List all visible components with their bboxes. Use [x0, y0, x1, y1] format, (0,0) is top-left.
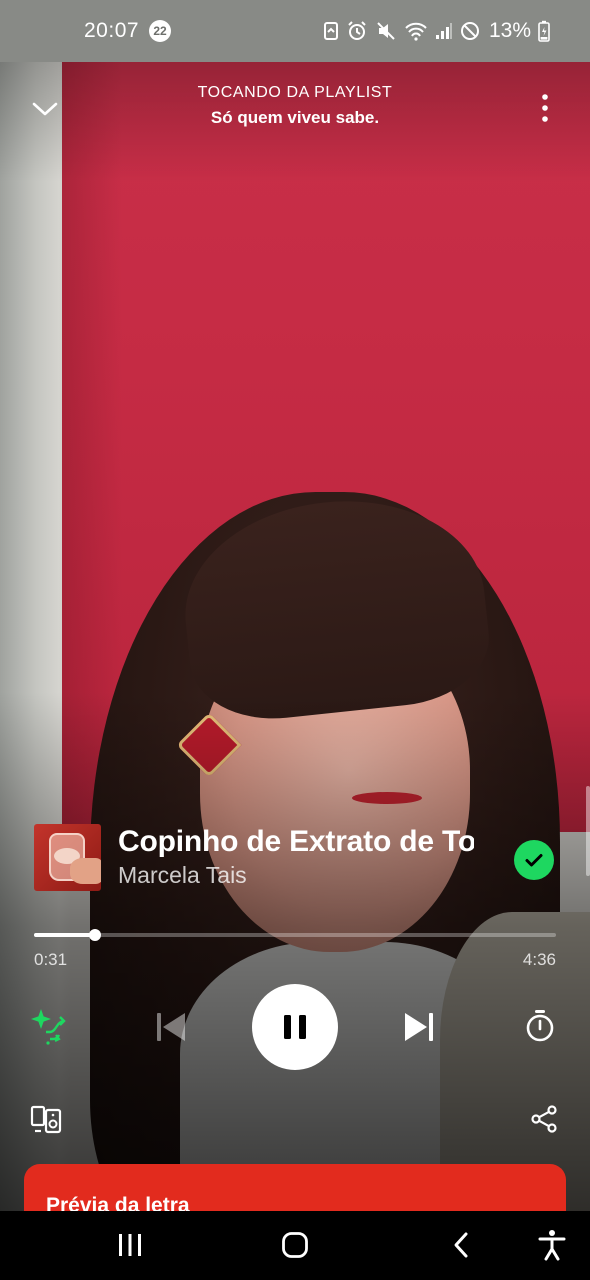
- do-not-disturb-icon: [460, 21, 480, 41]
- share-icon[interactable]: [530, 1104, 558, 1134]
- connect-devices-icon[interactable]: [30, 1102, 64, 1136]
- alarm-icon: [346, 20, 368, 42]
- scroll-indicator: [586, 786, 590, 876]
- status-bar: 20:07 22 13%: [0, 0, 590, 62]
- playback-progress[interactable]: 0:31 4:36: [34, 926, 556, 969]
- footer-actions: [0, 1098, 590, 1142]
- more-vertical-icon[interactable]: [530, 92, 560, 126]
- progress-fill: [34, 933, 96, 937]
- status-time: 20:07: [84, 19, 140, 42]
- elapsed-time: 0:31: [34, 950, 68, 969]
- artist-name[interactable]: Marcela Tais: [118, 862, 474, 889]
- battery-icon: [538, 20, 550, 42]
- track-meta[interactable]: Copinho de Extrato de Tomate Marcela Tai…: [118, 824, 474, 889]
- now-playing-screen: 20:07 22 13% TOCANDO DA PLAYLIST Só quem…: [0, 0, 590, 1280]
- progress-track[interactable]: [34, 933, 556, 937]
- check-circle-icon[interactable]: [514, 840, 554, 880]
- skip-next-icon[interactable]: [398, 1006, 440, 1048]
- track-duration: 4:36: [522, 950, 556, 969]
- back-icon[interactable]: [444, 1225, 478, 1265]
- track-info: Copinho de Extrato de Tomate Marcela Tai…: [34, 824, 556, 892]
- progress-handle[interactable]: [89, 929, 102, 941]
- timer-icon[interactable]: [520, 1006, 560, 1046]
- mute-icon: [375, 20, 397, 42]
- notification-count-badge: 22: [149, 20, 172, 42]
- home-icon[interactable]: [274, 1225, 316, 1265]
- playback-controls: [0, 984, 590, 1070]
- wifi-icon: [404, 21, 428, 41]
- album-cover[interactable]: [34, 824, 101, 891]
- backup-icon: [323, 21, 339, 41]
- skip-previous-icon[interactable]: [150, 1006, 192, 1048]
- context-label: TOCANDO DA PLAYLIST: [197, 84, 393, 101]
- system-navigation-bar: [0, 1211, 590, 1280]
- accessibility-icon[interactable]: [532, 1225, 572, 1265]
- smart-shuffle-icon[interactable]: [28, 1006, 68, 1046]
- recents-icon[interactable]: [110, 1225, 150, 1265]
- now-playing-header: TOCANDO DA PLAYLIST Só quem viveu sabe.: [0, 80, 590, 140]
- playlist-name: Só quem viveu sabe.: [210, 108, 380, 127]
- pause-icon[interactable]: [252, 984, 338, 1070]
- signal-icon: [435, 22, 453, 40]
- battery-percent: 13%: [488, 19, 531, 42]
- song-title: Copinho de Extrato de Tomate: [118, 825, 474, 858]
- playing-context[interactable]: TOCANDO DA PLAYLIST Só quem viveu sabe.: [0, 84, 590, 128]
